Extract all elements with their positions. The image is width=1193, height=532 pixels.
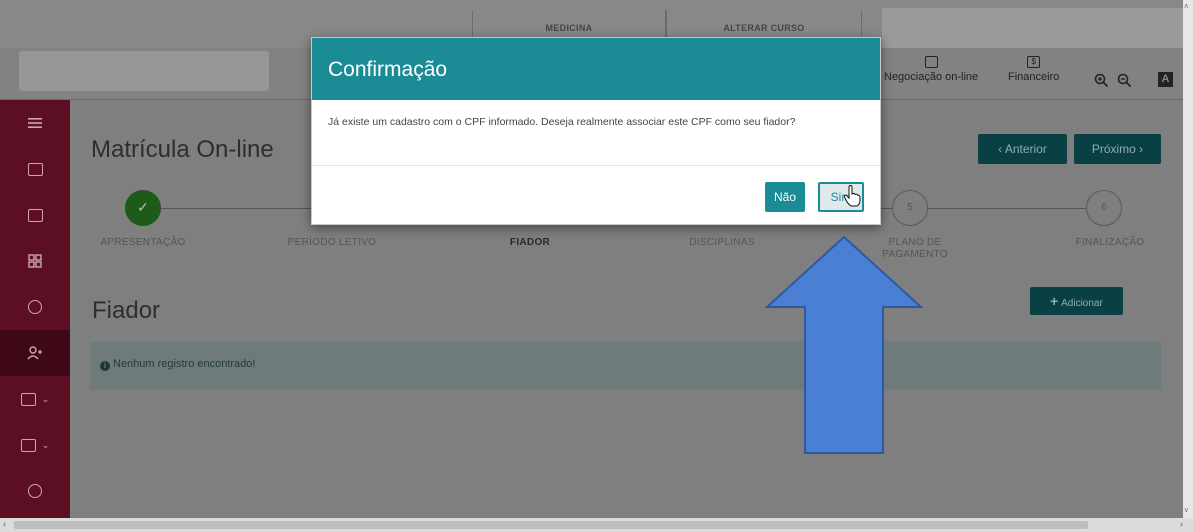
sidebar-item-calendar[interactable] xyxy=(0,192,70,238)
sidebar-item-grid[interactable] xyxy=(0,238,70,284)
page-title: Matrícula On-line xyxy=(91,136,274,163)
scroll-up-icon[interactable]: ˄ xyxy=(1184,2,1189,11)
no-button[interactable]: Não xyxy=(765,182,805,212)
add-guarantor-button[interactable]: + Adicionar xyxy=(1030,287,1123,315)
horizontal-scroll-thumb[interactable] xyxy=(14,521,1088,529)
sidebar-item-clock[interactable] xyxy=(0,284,70,330)
step-1-check-icon: ✓ xyxy=(125,190,161,226)
sidebar-item-monitor[interactable] xyxy=(0,146,70,192)
plus-icon: + xyxy=(1050,293,1059,309)
clock-icon xyxy=(28,300,42,314)
previous-button[interactable]: ‹ Anterior xyxy=(978,134,1067,164)
sidebar-item-courses[interactable]: ⌄ xyxy=(0,376,70,422)
next-button[interactable]: Próximo › xyxy=(1074,134,1161,164)
add-label: Adicionar xyxy=(1061,298,1103,309)
empty-state-alert: i Nenhum registro encontrado! xyxy=(90,342,1161,390)
sidebar-item-guarantor[interactable] xyxy=(0,330,70,376)
contrast-button[interactable]: A xyxy=(1158,72,1173,87)
step-6: 6 xyxy=(1086,190,1122,226)
calendar-icon xyxy=(27,208,43,222)
next-label: Próximo xyxy=(1091,142,1136,156)
dialog-message: Já existe um cadastro com o CPF informad… xyxy=(312,100,880,166)
zoom-out-icon[interactable] xyxy=(1117,73,1132,91)
step-label-guarantor: FIADOR xyxy=(509,237,551,248)
clipboard-icon xyxy=(20,438,36,452)
dollar-icon: $ xyxy=(1027,56,1041,68)
scroll-left-icon[interactable]: ‹ xyxy=(3,519,6,529)
sidebar-item-documents[interactable]: ⌄ xyxy=(0,422,70,468)
step-label-period: PERÍODO LETIVO xyxy=(287,237,377,248)
zoom-in-icon[interactable] xyxy=(1094,73,1109,91)
add-user-icon xyxy=(27,346,42,360)
step-label-finalization: FINALIZAÇÃO xyxy=(1075,237,1145,248)
finance-button[interactable]: $ Financeiro xyxy=(1008,56,1059,83)
logo xyxy=(19,51,269,91)
empty-message: Nenhum registro encontrado! xyxy=(113,358,256,370)
dialog-footer: Não Sim xyxy=(312,166,880,224)
step-label-disciplines: DISCIPLINAS xyxy=(689,237,755,248)
negotiation-button[interactable]: Negociação on-line xyxy=(884,56,978,83)
finance-label: Financeiro xyxy=(1008,71,1060,83)
confirmation-dialog: Confirmação Já existe um cadastro com o … xyxy=(311,37,881,225)
grid-icon xyxy=(28,254,42,268)
info-icon: i xyxy=(100,361,110,371)
step-label-presentation: APRESENTAÇÃO xyxy=(100,237,186,248)
handshake-icon xyxy=(924,56,938,68)
chevron-left-icon: ‹ xyxy=(998,142,1005,156)
scroll-right-icon[interactable]: › xyxy=(1180,519,1183,529)
horizontal-scrollbar[interactable]: ‹ › xyxy=(0,518,1193,532)
section-title: Fiador xyxy=(92,297,161,324)
menu-icon xyxy=(28,118,42,128)
chevron-right-icon: › xyxy=(1135,142,1144,156)
vertical-scrollbar[interactable]: ˄ ˅ xyxy=(1183,0,1193,518)
annotation-arrow-icon xyxy=(765,235,923,454)
sidebar-item-menu[interactable] xyxy=(0,100,70,146)
previous-label: Anterior xyxy=(1004,142,1047,156)
step-5: 5 xyxy=(892,190,928,226)
scroll-down-icon[interactable]: ˅ xyxy=(1184,506,1189,515)
dialog-title: Confirmação xyxy=(312,38,880,100)
graduation-cap-icon xyxy=(20,392,36,406)
chevron-down-icon: ⌄ xyxy=(41,439,50,450)
top-right-area xyxy=(882,8,1183,48)
negotiation-label: Negociação on-line xyxy=(884,71,979,83)
sidebar: ⌄ ⌄ xyxy=(0,100,70,518)
monitor-icon xyxy=(27,162,43,176)
hand-cursor-icon xyxy=(843,185,861,207)
sidebar-item-inbox[interactable] xyxy=(0,468,70,514)
chevron-down-icon: ⌄ xyxy=(41,393,50,404)
inbox-icon xyxy=(28,484,42,498)
